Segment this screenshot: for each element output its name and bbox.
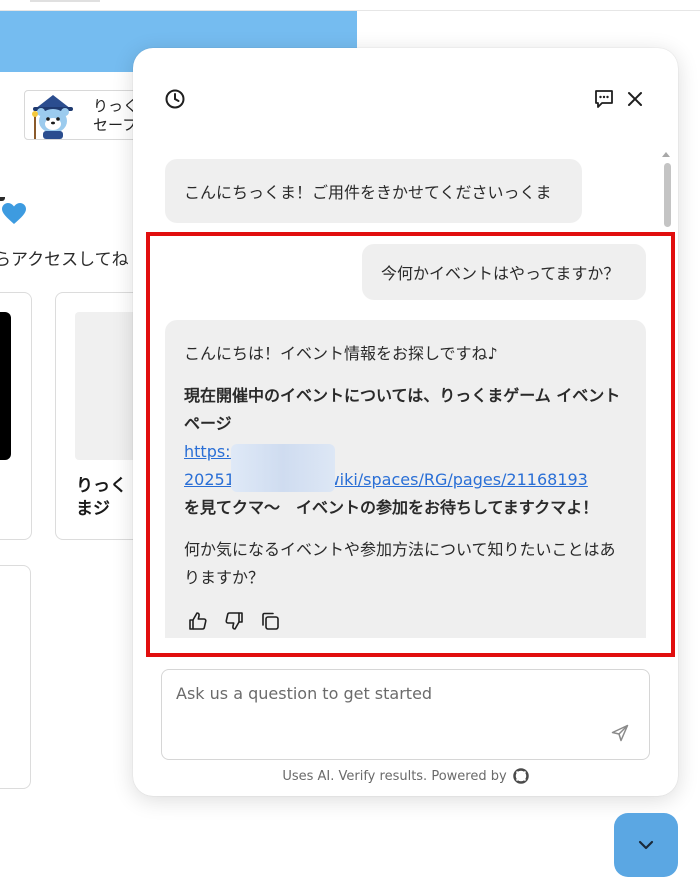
card-title: りっくまジ xyxy=(76,476,127,519)
top-tab-edge xyxy=(30,0,100,2)
heart-icon xyxy=(2,203,26,224)
access-instruction-text: らアクセスしてね xyxy=(0,250,129,270)
event-invite-text: を見てクマ〜 イベントの参加をお待ちしてますクマよ！ xyxy=(184,498,599,517)
close-icon xyxy=(628,92,642,106)
new-chat-icon xyxy=(595,90,613,108)
like-button[interactable] xyxy=(187,610,209,632)
event-info-text: 現在開催中のイベントについては、りっくまゲーム イベントページ xyxy=(184,386,621,433)
new-chat-button[interactable] xyxy=(591,86,617,112)
send-icon xyxy=(611,724,629,742)
send-button[interactable] xyxy=(608,721,632,745)
provider-logo-icon xyxy=(512,768,529,784)
card-thumbnail xyxy=(0,312,11,460)
bot-response-intro: こんにちは！イベント情報をお探しですね♪ xyxy=(184,344,498,363)
bot-response-question: 何か気になるイベントや参加方法について知りたいことはありますか？ xyxy=(184,540,616,587)
bot-greeting-message: こんにちっくま！ご用件をきかせてくださいっくま xyxy=(165,159,582,223)
chat-footer: Uses AI. Verify results. Powered by xyxy=(133,768,678,784)
history-button[interactable] xyxy=(162,86,188,112)
link-line1: https:/ xyxy=(184,442,236,461)
toggle-chat-button[interactable] xyxy=(614,813,678,877)
dislike-button[interactable] xyxy=(223,610,245,632)
thumbs-up-icon xyxy=(189,612,207,630)
chat-input-box[interactable] xyxy=(161,669,650,760)
profile-name-line2: セーフ xyxy=(93,116,138,134)
clock-icon xyxy=(165,89,185,109)
user-message-text: 今何かイベントはやってますか？ xyxy=(381,264,620,283)
chevron-down-icon xyxy=(638,840,654,850)
title-fragment xyxy=(0,197,5,201)
chat-input[interactable] xyxy=(176,684,596,714)
mascot-bear-avatar xyxy=(32,95,73,139)
message-list[interactable]: こんにちっくま！ご用件をきかせてくださいっくま 今何かイベントはやってますか？ … xyxy=(133,148,678,638)
user-message: 今何かイベントはやってますか？ xyxy=(362,244,646,300)
feedback-bar xyxy=(187,610,281,632)
content-card[interactable] xyxy=(0,565,31,789)
thumbs-down-icon xyxy=(225,612,243,630)
footer-text: Uses AI. Verify results. Powered by xyxy=(282,768,507,784)
greeting-text: こんにちっくま！ご用件をきかせてくださいっくま xyxy=(184,183,552,202)
link-line2-end: /wiki/spaces/RG/pages/21168193 xyxy=(321,470,588,489)
chat-panel: こんにちっくま！ご用件をきかせてくださいっくま 今何かイベントはやってますか？ … xyxy=(133,48,678,796)
bot-response-message: こんにちは！イベント情報をお探しですね♪ 現在開催中のイベントについては、りっく… xyxy=(165,320,646,638)
copy-icon xyxy=(262,612,279,630)
copy-button[interactable] xyxy=(259,610,281,632)
redacted-region xyxy=(231,444,335,492)
close-button[interactable] xyxy=(622,86,648,112)
profile-name: りっく セーフ xyxy=(93,97,138,135)
profile-name-line1: りっく xyxy=(93,97,139,115)
